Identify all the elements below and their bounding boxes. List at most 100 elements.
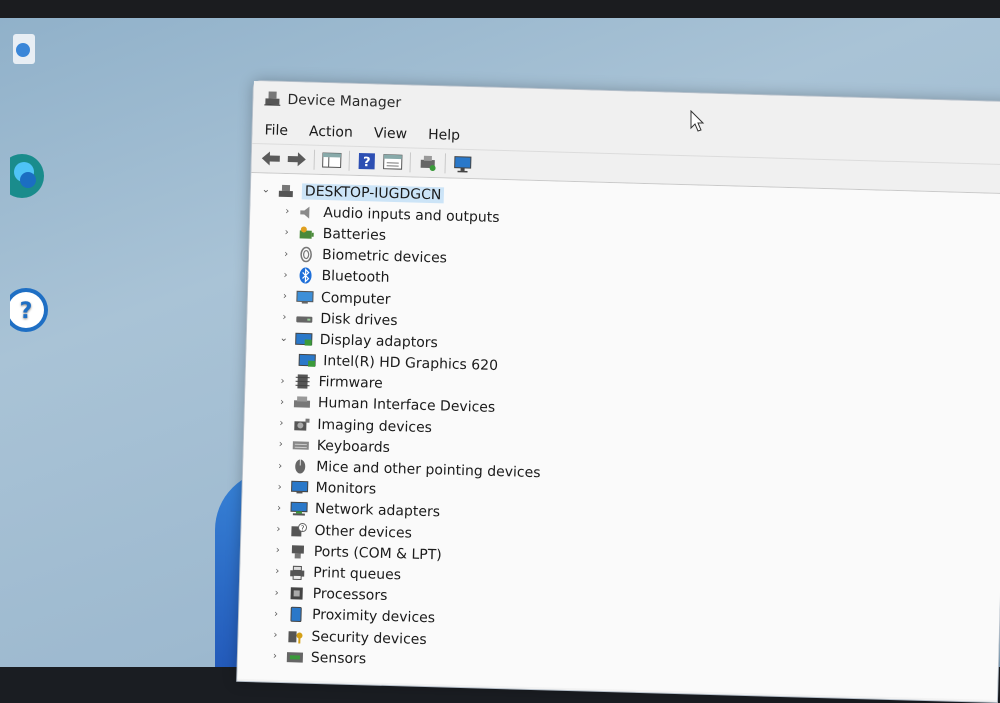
processor-icon [287,585,305,601]
camera-icon [292,416,310,432]
help-icon: ? [358,152,376,170]
update-driver-button[interactable] [416,152,439,175]
chevron-right-icon[interactable]: › [270,587,284,598]
tree-item-label: Computer [321,290,391,308]
toolbar-separator [409,152,411,172]
tree-item-label: Imaging devices [317,417,432,436]
monitor-icon [290,479,308,495]
update-driver-icon [418,154,438,173]
tree-item-label: Print queues [313,565,401,583]
device-manager-icon [263,88,282,110]
chevron-right-icon[interactable]: › [275,397,289,408]
scan-monitor-icon [452,155,472,174]
tree-item-label: Ports (COM & LPT) [314,544,442,564]
root-label: DESKTOP-IUGDGCN [302,183,445,203]
chevron-right-icon[interactable]: › [271,545,285,556]
toolbar-separator [314,150,316,170]
chevron-right-icon[interactable]: › [279,248,293,259]
hid-icon [293,395,311,411]
svg-text:?: ? [363,155,371,170]
tree-item-label: Intel(R) HD Graphics 620 [323,353,498,374]
chevron-right-icon[interactable]: › [280,206,294,217]
chevron-right-icon[interactable]: › [268,651,282,662]
tree-item-label: Processors [312,586,387,604]
proximity-icon [287,607,305,623]
console-tree-icon [322,152,342,169]
toolbar-separator [444,153,446,173]
properties-icon [383,154,403,171]
desktop-icon-get-help[interactable]: ? [0,282,60,342]
help-button[interactable]: ? [355,150,378,173]
desktop-icon-edge[interactable] [0,150,60,210]
tree-item-label: Firmware [318,374,383,392]
tree-items: › Audio inputs and outputs › Batteries › Biom… [238,200,1000,687]
tree-item-label: Bluetooth [321,268,389,286]
speaker-icon [298,204,316,220]
tree-item-label: Human Interface Devices [318,395,496,416]
sensor-icon [286,649,304,665]
chevron-right-icon[interactable]: › [277,312,291,323]
desktop-icon-partial[interactable] [0,30,60,74]
chevron-right-icon[interactable]: › [272,503,286,514]
battery-icon [298,225,316,241]
chevron-right-icon[interactable]: › [278,270,292,281]
menu-help[interactable]: Help [428,127,460,144]
device-manager-window: Device Manager File Action View Help ? [236,80,1000,703]
tree-item-label: Monitors [315,480,376,498]
computer-root-icon [277,182,295,198]
port-icon [289,543,307,559]
menu-view[interactable]: View [374,125,408,142]
keyboard-icon [292,437,310,453]
unknown-device-icon: ? [289,522,307,538]
chevron-right-icon[interactable]: › [280,227,294,238]
window-title: Device Manager [287,92,401,111]
tree-item-label: Other devices [314,522,412,541]
computer-icon [296,289,314,305]
tree-item-label: Network adapters [315,501,440,520]
forward-arrow-icon [287,151,307,168]
show-hide-console-tree-button[interactable] [320,149,343,172]
app-icon [13,30,47,70]
mouse-icon [291,458,309,474]
printer-icon [288,564,306,580]
chevron-right-icon[interactable]: › [272,481,286,492]
chevron-right-icon[interactable]: › [274,418,288,429]
tree-item-label: Biometric devices [322,247,447,266]
mouse-cursor-icon [690,110,706,134]
tree-item-label: Audio inputs and outputs [323,205,500,226]
chevron-right-icon[interactable]: › [271,524,285,535]
edge-icon [10,150,50,206]
chevron-right-icon[interactable]: › [273,460,287,471]
menu-action[interactable]: Action [309,124,353,141]
chevron-right-icon[interactable]: › [268,630,282,641]
menu-file[interactable]: File [264,122,288,139]
display-adapter-icon [295,331,313,347]
tree-item-label: Sensors [311,650,367,668]
chevron-right-icon[interactable]: › [275,376,289,387]
screen-bezel [0,0,1000,18]
properties-button[interactable] [381,151,404,174]
back-button[interactable] [260,147,283,170]
scan-hardware-changes-button[interactable] [451,153,474,176]
svg-text:?: ? [301,524,305,532]
forward-button[interactable] [286,148,309,171]
bluetooth-icon [296,268,314,284]
chevron-right-icon[interactable]: › [270,566,284,577]
chevron-right-icon[interactable]: › [269,609,283,620]
chevron-right-icon[interactable]: › [278,291,292,302]
fingerprint-icon [297,246,315,262]
toolbar-separator [349,151,351,171]
chevron-down-icon[interactable]: ⌄ [259,184,273,195]
question-icon: ? [10,282,50,338]
tree-item-label: Display adaptors [320,332,438,351]
tree-item-label: Batteries [323,226,387,244]
device-tree: ⌄ DESKTOP-IUGDGCN › Audio inputs and outp… [237,173,1000,700]
back-arrow-icon [261,150,281,167]
chevron-right-icon[interactable]: › [274,439,288,450]
chevron-down-icon[interactable]: ⌄ [277,333,291,344]
network-icon [290,501,308,517]
tree-item-label: Proximity devices [312,607,435,626]
tree-item-label: Security devices [311,628,427,647]
display-adapter-icon [298,352,316,368]
firmware-icon [293,374,311,390]
